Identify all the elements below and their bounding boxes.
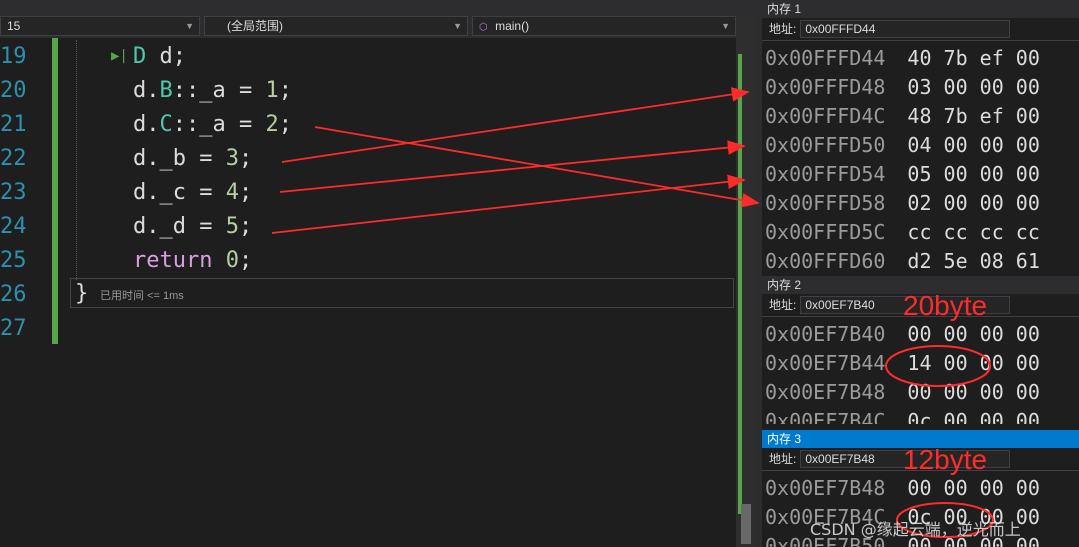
annotation-arrow (271, 174, 746, 234)
annotation-12byte: 12byte (903, 444, 988, 475)
annotation-arrow (314, 126, 760, 208)
annotation-circle (885, 345, 991, 387)
annotation-20byte: 20byte (903, 290, 988, 321)
annotation-arrow (279, 140, 746, 193)
watermark: CSDN @缘起云端，逆光而上 (810, 520, 1021, 539)
annotation-arrow (281, 87, 750, 163)
